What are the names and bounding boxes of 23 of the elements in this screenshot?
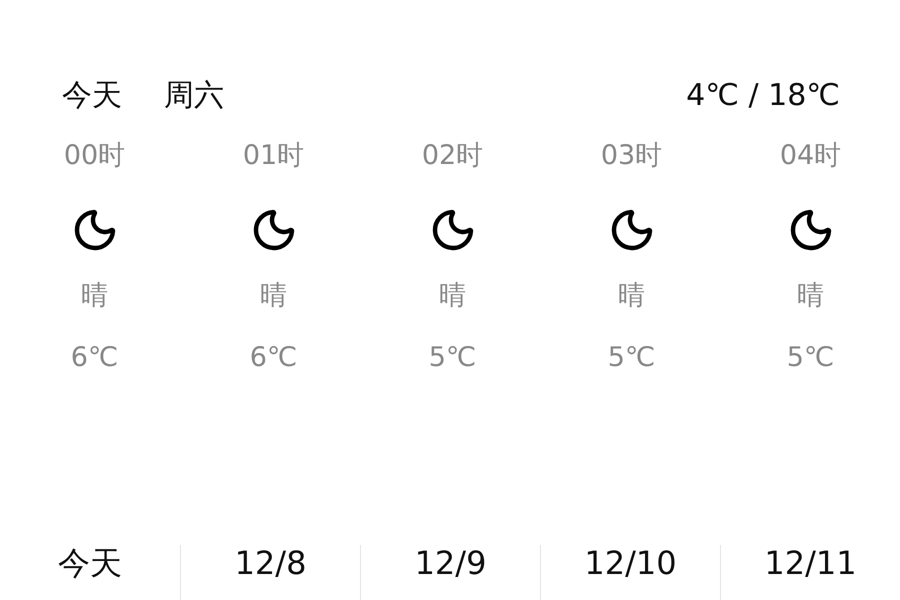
day-tab[interactable]: 12/11 (764, 543, 857, 600)
hour-temperature: 5℃ (786, 341, 834, 375)
weather-condition: 晴 (439, 279, 466, 313)
hour-temperature: 5℃ (428, 341, 476, 375)
weather-condition: 晴 (260, 279, 287, 313)
day-tab[interactable]: 12/10 (584, 543, 677, 600)
day-tab[interactable]: 12/8 (234, 543, 306, 600)
day-tab[interactable]: 今天 (58, 543, 122, 600)
hour-label: 01时 (242, 139, 304, 173)
hour-label: 03时 (600, 139, 662, 173)
hour-temperature: 5℃ (608, 341, 656, 375)
day-label: 今天 (62, 76, 122, 114)
hour-label: 00时 (64, 139, 126, 173)
hour-temperature: 6℃ (250, 341, 298, 375)
weekday-label: 周六 (164, 76, 224, 114)
hour-label: 02时 (422, 139, 484, 173)
weather-condition: 晴 (81, 279, 108, 313)
day-tab[interactable]: 12/9 (414, 543, 486, 600)
hour-label: 04时 (780, 139, 842, 173)
weather-condition: 晴 (797, 279, 824, 313)
hour-temperature: 6℃ (70, 341, 118, 375)
weather-condition: 晴 (618, 279, 645, 313)
temperature-range: 4℃ / 18℃ (686, 78, 840, 112)
